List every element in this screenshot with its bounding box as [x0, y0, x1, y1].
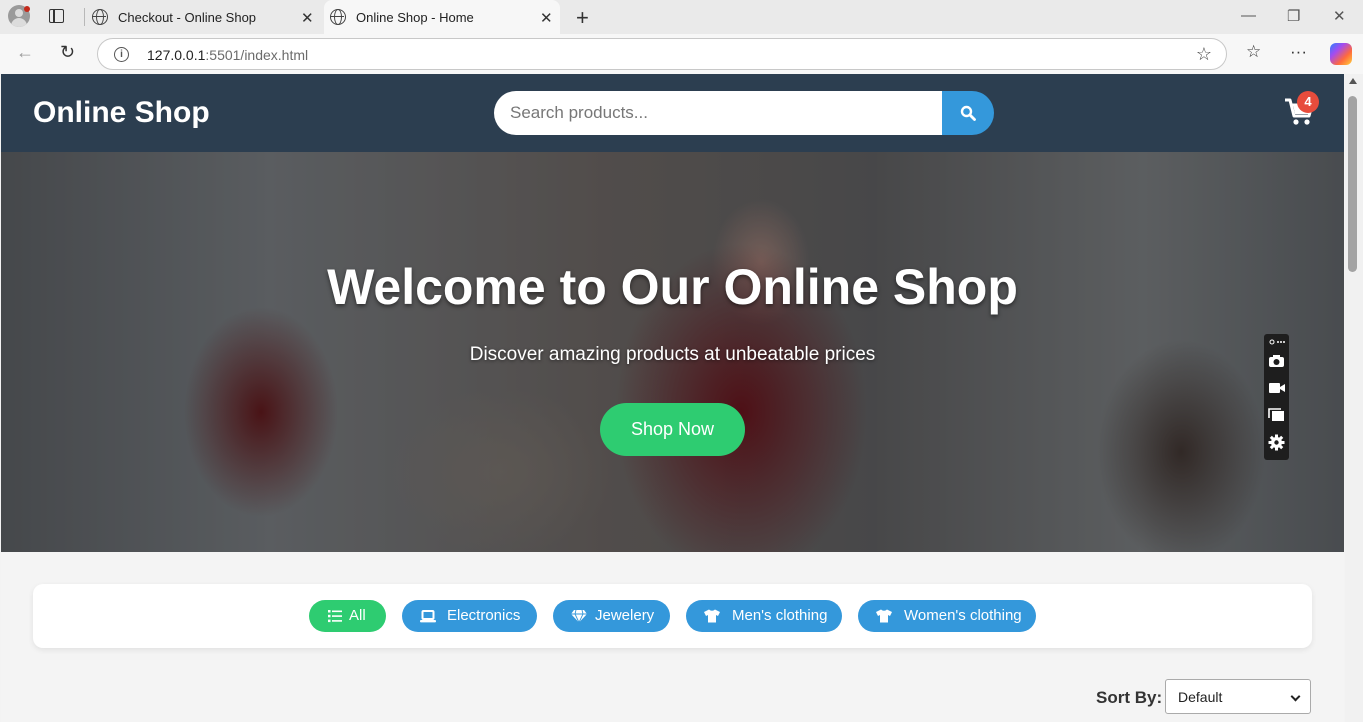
address-bar[interactable]: i 127.0.0.1:5501/index.html ☆ — [97, 38, 1227, 70]
url-text[interactable]: 127.0.0.1:5501/index.html — [147, 47, 308, 63]
page-scrollbar[interactable] — [1345, 74, 1363, 722]
capture-toolbar — [1264, 334, 1289, 460]
cart-count-badge: 4 — [1297, 91, 1319, 113]
new-tab-icon[interactable]: + — [576, 5, 589, 31]
category-womens-clothing-button[interactable]: Women's clothing — [858, 600, 1036, 632]
sort-by-label: Sort By: — [1096, 688, 1163, 707]
url-host: 127.0.0.1 — [147, 47, 206, 63]
laptop-icon — [420, 610, 436, 623]
close-tab-icon[interactable]: ✕ — [540, 9, 553, 27]
camera-icon[interactable] — [1268, 354, 1285, 368]
category-all-button[interactable]: All — [309, 600, 386, 632]
category-filter-panel: All Electronics Jewelery Men's clothing — [33, 584, 1312, 648]
search-icon — [960, 105, 976, 121]
toolbar-grip-icon[interactable] — [1268, 338, 1285, 346]
tab-separator — [84, 8, 85, 26]
reload-icon[interactable]: ↻ — [60, 42, 75, 63]
hero-subtitle: Discover amazing products at unbeatable … — [469, 344, 876, 365]
back-icon[interactable]: ← — [16, 42, 34, 63]
scroll-thumb[interactable] — [1348, 96, 1357, 272]
restore-icon[interactable]: ❐ — [1287, 7, 1300, 25]
close-tab-icon[interactable]: ✕ — [301, 9, 314, 27]
tab-title: Checkout - Online Shop — [118, 10, 257, 25]
video-icon[interactable] — [1268, 381, 1285, 395]
category-mens-clothing-button[interactable]: Men's clothing — [686, 600, 842, 632]
page-viewport: Online Shop 4 Welcome to Our Online Shop… — [1, 74, 1344, 722]
list-icon — [328, 610, 342, 623]
category-label: All — [349, 607, 366, 624]
browser-chrome: Checkout - Online Shop ✕ Online Shop - H… — [0, 0, 1363, 74]
globe-icon — [92, 9, 108, 25]
address-row: ← ↻ i 127.0.0.1:5501/index.html ☆ ☆ ··· — [0, 34, 1363, 74]
site-header: Online Shop 4 — [1, 74, 1344, 152]
category-label: Electronics — [447, 607, 521, 624]
category-label: Women's clothing — [904, 607, 1022, 624]
favorites-icon[interactable]: ☆ — [1246, 42, 1261, 62]
search-input[interactable] — [494, 91, 943, 135]
tab-checkout[interactable]: Checkout - Online Shop ✕ — [86, 0, 322, 34]
shirt-icon — [876, 609, 892, 623]
window-close-icon[interactable]: ✕ — [1333, 7, 1346, 25]
globe-icon — [330, 9, 346, 25]
hero-title: Welcome to Our Online Shop — [327, 259, 1018, 315]
category-label: Men's clothing — [732, 607, 828, 624]
favorite-star-icon[interactable]: ☆ — [1196, 44, 1212, 65]
copy-window-icon[interactable] — [1268, 408, 1285, 422]
url-path: :5501/index.html — [205, 47, 309, 63]
copilot-icon[interactable] — [1330, 43, 1352, 65]
settings-gear-icon[interactable] — [1268, 434, 1285, 451]
tab-home[interactable]: Online Shop - Home ✕ — [324, 0, 560, 34]
sort-select[interactable]: Default — [1165, 679, 1311, 714]
sort-selected-value: Default — [1178, 689, 1223, 705]
category-label: Jewelery — [595, 607, 655, 624]
chevron-down-icon — [1290, 691, 1301, 702]
more-menu-icon[interactable]: ··· — [1290, 42, 1307, 62]
site-logo[interactable]: Online Shop — [33, 96, 210, 130]
search-button[interactable] — [942, 91, 994, 135]
hero-banner: Welcome to Our Online Shop Discover amaz… — [1, 152, 1344, 552]
notification-dot — [24, 6, 30, 12]
category-jewelery-button[interactable]: Jewelery — [553, 600, 670, 632]
minimize-icon[interactable]: — — [1241, 7, 1256, 24]
tab-actions-icon[interactable] — [49, 9, 64, 23]
category-electronics-button[interactable]: Electronics — [402, 600, 537, 632]
tab-title: Online Shop - Home — [356, 10, 474, 25]
tab-bar: Checkout - Online Shop ✕ Online Shop - H… — [0, 0, 1363, 34]
shirt-icon — [704, 609, 720, 623]
gem-icon — [571, 609, 587, 623]
search-bar — [494, 91, 994, 135]
shop-now-button[interactable]: Shop Now — [600, 403, 745, 456]
scroll-up-arrow-icon[interactable] — [1349, 78, 1357, 84]
info-icon[interactable]: i — [114, 47, 129, 62]
